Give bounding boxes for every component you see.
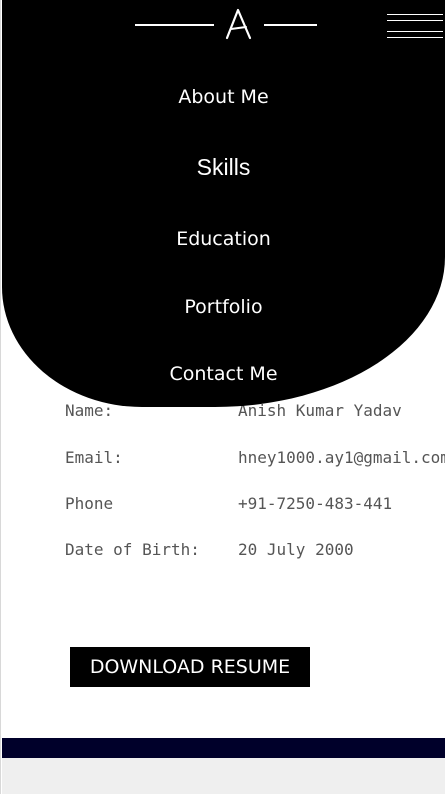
- nav-item-about-me[interactable]: About Me: [2, 84, 445, 110]
- hamburger-line: [387, 14, 443, 15]
- info-value-email[interactable]: hney1000.ay1@gmail.com: [238, 448, 445, 467]
- nav-item-skills[interactable]: Skills: [2, 154, 445, 180]
- hamburger-line: [387, 31, 443, 32]
- menu-toggle-button[interactable]: [387, 12, 443, 40]
- nav-item-contact-me[interactable]: Contact Me: [2, 361, 445, 387]
- nav-menu-overlay: [2, 0, 445, 407]
- logo-line-right: [264, 24, 317, 26]
- info-value-dob: 20 July 2000: [238, 540, 354, 559]
- info-value-phone[interactable]: +91-7250-483-441: [238, 494, 392, 513]
- info-value-name: Anish Kumar Yadav: [238, 401, 402, 420]
- hamburger-line: [387, 37, 443, 38]
- page-left-border: [0, 0, 1, 794]
- nav-item-portfolio[interactable]: Portfolio: [2, 294, 445, 320]
- footer-bar: [2, 738, 445, 758]
- logo-a-icon: [225, 8, 252, 40]
- info-label-dob: Date of Birth:: [65, 540, 200, 559]
- nav-item-education[interactable]: Education: [2, 226, 445, 252]
- info-label-phone: Phone: [65, 494, 114, 513]
- hamburger-line: [387, 20, 443, 21]
- logo[interactable]: A: [222, 4, 256, 44]
- footer-area: [2, 758, 445, 794]
- info-label-name: Name:: [65, 401, 114, 420]
- logo-line-left: [135, 24, 214, 26]
- info-label-email: Email:: [65, 448, 123, 467]
- download-resume-button[interactable]: DOWNLOAD RESUME: [70, 647, 310, 687]
